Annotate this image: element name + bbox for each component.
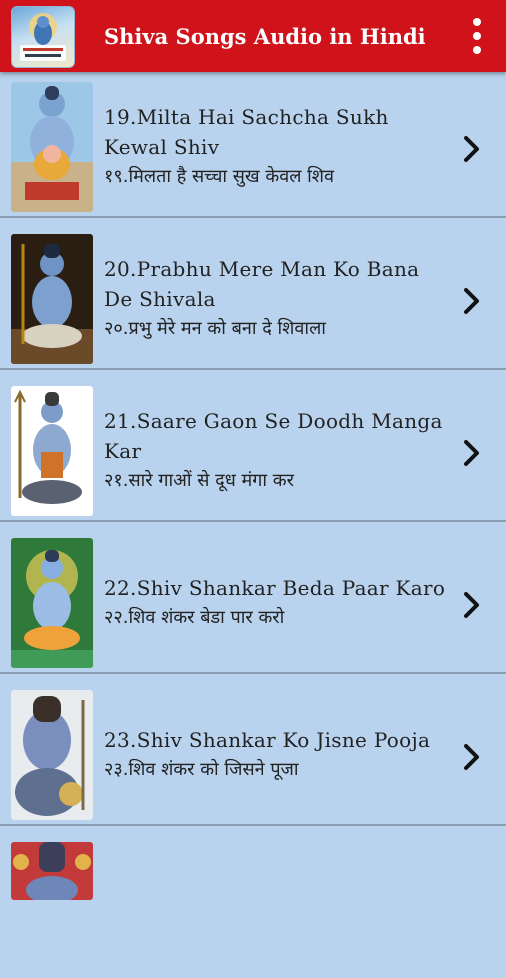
song-title: 20.Prabhu Mere Man Ko Bana De Shivala bbox=[104, 257, 420, 311]
more-vert-icon bbox=[473, 18, 481, 26]
song-row[interactable]: 21.Saare Gaon Se Doodh Manga Kar २१.सारे… bbox=[0, 376, 506, 522]
song-hindi-title: २३.शिव शंकर को जिसने पूजा bbox=[104, 759, 299, 780]
app-bar: Shiva Songs Audio in Hindi bbox=[0, 0, 506, 72]
more-vert-dot bbox=[473, 32, 481, 40]
chevron-right-icon bbox=[464, 592, 479, 618]
song-text: 20.Prabhu Mere Man Ko Bana De Shivala २०… bbox=[104, 254, 454, 344]
song-row[interactable]: 22.Shiv Shankar Beda Paar Karo २२.शिव शं… bbox=[0, 528, 506, 674]
song-text: 22.Shiv Shankar Beda Paar Karo २२.शिव शं… bbox=[104, 573, 454, 633]
song-text: 19.Milta Hai Sachcha Sukh Kewal Shiv १९.… bbox=[104, 102, 454, 192]
song-title: 19.Milta Hai Sachcha Sukh Kewal Shiv bbox=[104, 105, 389, 159]
app-title: Shiva Songs Audio in Hindi bbox=[104, 24, 426, 49]
song-thumbnail bbox=[11, 386, 93, 516]
song-title: 23.Shiv Shankar Ko Jisne Pooja bbox=[104, 728, 431, 752]
song-thumbnail bbox=[11, 82, 93, 212]
song-row[interactable]: 20.Prabhu Mere Man Ko Bana De Shivala २०… bbox=[0, 224, 506, 370]
song-text: 21.Saare Gaon Se Doodh Manga Kar २१.सारे… bbox=[104, 406, 454, 496]
song-row[interactable]: 23.Shiv Shankar Ko Jisne Pooja २३.शिव शं… bbox=[0, 680, 506, 826]
song-row[interactable] bbox=[0, 832, 506, 978]
song-title: 22.Shiv Shankar Beda Paar Karo bbox=[104, 576, 446, 600]
song-thumbnail bbox=[11, 690, 93, 820]
more-vert-dot bbox=[473, 46, 481, 54]
app-logo bbox=[11, 6, 75, 68]
overflow-menu-button[interactable] bbox=[462, 14, 492, 58]
song-text: 23.Shiv Shankar Ko Jisne Pooja २३.शिव शं… bbox=[104, 725, 454, 785]
song-row[interactable]: 19.Milta Hai Sachcha Sukh Kewal Shiv १९.… bbox=[0, 72, 506, 218]
song-thumbnail bbox=[11, 842, 93, 900]
chevron-right-icon bbox=[464, 136, 479, 162]
song-hindi-title: २०.प्रभु मेरे मन को बना दे शिवाला bbox=[104, 318, 326, 339]
song-hindi-title: २१.सारे गाओं से दूध मंगा कर bbox=[104, 470, 294, 491]
song-thumbnail bbox=[11, 538, 93, 668]
chevron-right-icon bbox=[464, 440, 479, 466]
chevron-right-icon bbox=[464, 744, 479, 770]
chevron-right-icon bbox=[464, 288, 479, 314]
song-thumbnail bbox=[11, 234, 93, 364]
song-hindi-title: १९.मिलता है सच्चा सुख केवल शिव bbox=[104, 166, 335, 187]
song-title: 21.Saare Gaon Se Doodh Manga Kar bbox=[104, 409, 443, 463]
song-hindi-title: २२.शिव शंकर बेडा पार करो bbox=[104, 607, 285, 628]
